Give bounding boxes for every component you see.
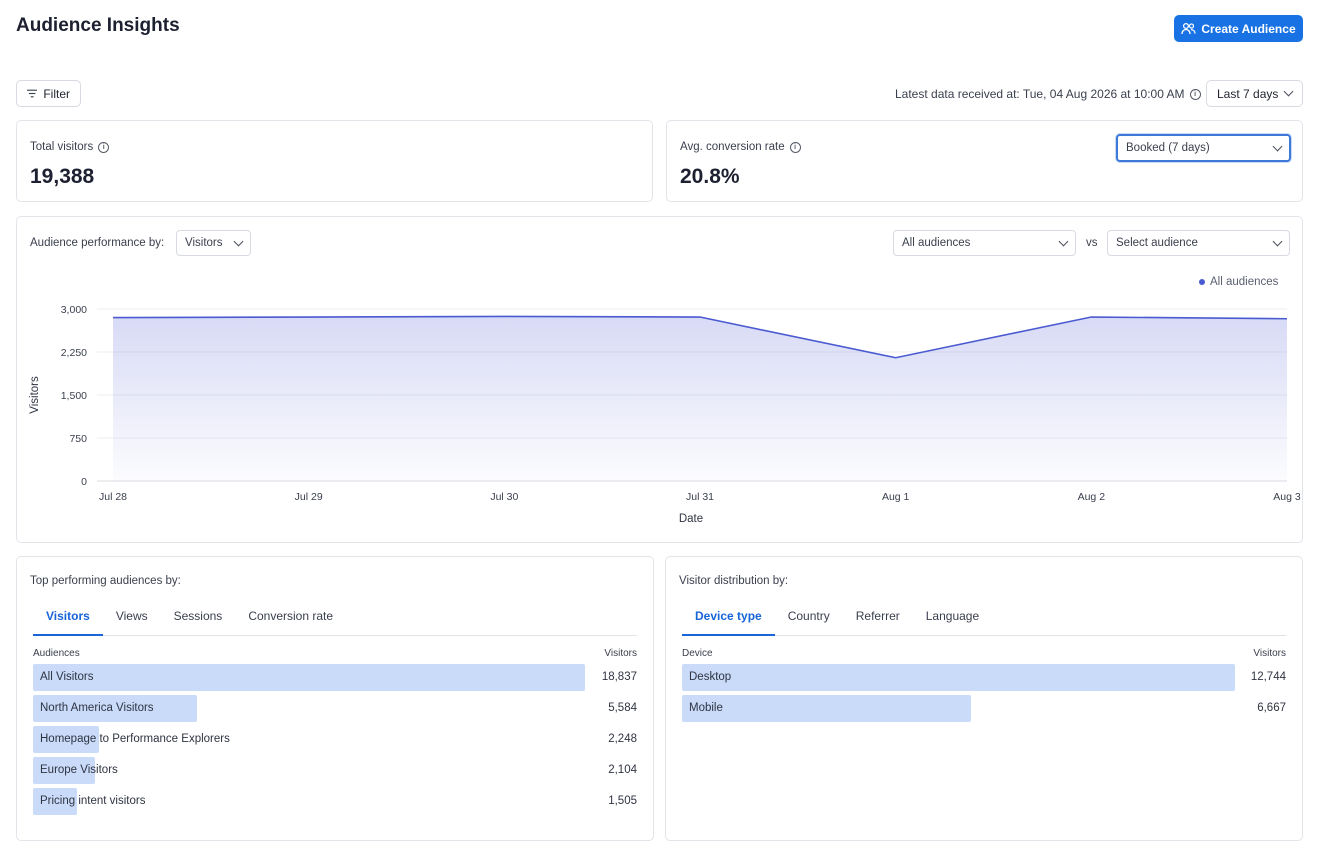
top-audiences-card: Top performing audiences by: Visitors Vi… — [16, 556, 654, 841]
tab-views[interactable]: Views — [103, 603, 161, 635]
y-axis-label: Visitors — [29, 376, 41, 414]
list-item[interactable]: Pricing intent visitors 1,505 — [33, 788, 637, 815]
x-tick-label: Aug 3 — [1273, 491, 1301, 503]
chevron-down-icon — [1283, 86, 1294, 97]
tab-sessions[interactable]: Sessions — [161, 603, 236, 635]
visitors-column-header: Visitors — [604, 648, 637, 659]
total-visitors-label-row: Total visitors i — [30, 141, 110, 153]
x-tick-label: Aug 2 — [1078, 491, 1106, 503]
visitors-column-header: Visitors — [1253, 648, 1286, 659]
x-axis-label: Date — [679, 513, 703, 525]
y-tick-label: 3,000 — [61, 304, 87, 316]
distribution-tabs: Device type Country Referrer Language — [682, 603, 1286, 636]
list-item-value: 18,837 — [601, 671, 637, 683]
conversion-rate-value: 20.8% — [680, 165, 740, 188]
list-item[interactable]: Mobile 6,667 — [682, 695, 1286, 722]
value-bar — [682, 664, 1235, 691]
conversion-goal-select[interactable]: Booked (7 days) — [1116, 134, 1291, 162]
filter-label: Filter — [43, 86, 70, 101]
list-item-label: All Visitors — [40, 671, 94, 683]
info-icon[interactable]: i — [98, 141, 110, 153]
latest-data-text: Latest data received at: Tue, 04 Aug 202… — [895, 87, 1185, 101]
tab-conversion-rate[interactable]: Conversion rate — [235, 603, 346, 635]
date-range-label: Last 7 days — [1217, 86, 1279, 101]
list-item-value: 2,104 — [608, 764, 637, 776]
list-item-label: Desktop — [689, 671, 732, 683]
list-item[interactable]: Homepage to Performance Explorers 2,248 — [33, 726, 637, 753]
total-visitors-label: Total visitors — [30, 141, 94, 153]
top-audiences-tabs: Visitors Views Sessions Conversion rate — [33, 603, 637, 636]
list-item[interactable]: All Visitors 18,837 — [33, 664, 637, 691]
top-audiences-label: Top performing audiences by: — [30, 575, 181, 587]
list-item-label: Europe Visitors — [40, 764, 118, 776]
total-visitors-card: Total visitors i 19,388 — [16, 120, 653, 202]
list-item[interactable]: Desktop 12,744 — [682, 664, 1286, 691]
info-icon[interactable]: i — [789, 141, 801, 153]
y-tick-label: 750 — [69, 433, 87, 445]
date-range-select[interactable]: Last 7 days — [1206, 80, 1303, 107]
value-bar — [682, 695, 971, 722]
x-tick-label: Aug 1 — [882, 491, 910, 503]
visitor-distribution-label: Visitor distribution by: — [679, 575, 789, 587]
x-tick-label: Jul 28 — [99, 491, 127, 503]
visitors-area-chart: 0 750 1,500 2,250 3,000 Jul 28 Jul 29 Jul 30 Jul… — [29, 304, 1301, 525]
y-tick-label: 2,250 — [61, 347, 87, 359]
y-tick-label: 1,500 — [61, 390, 87, 402]
list-item-label: Mobile — [689, 702, 723, 714]
list-item-label: North America Visitors — [40, 702, 154, 714]
latest-data-timestamp: Latest data received at: Tue, 04 Aug 202… — [895, 87, 1201, 101]
conversion-rate-card: Avg. conversion rate i 20.8% Booked (7 d… — [666, 120, 1303, 202]
conversion-rate-label-row: Avg. conversion rate i — [680, 141, 801, 153]
tab-device-type[interactable]: Device type — [682, 603, 775, 636]
list-item-label: Homepage to Performance Explorers — [40, 733, 230, 745]
list-item[interactable]: Europe Visitors 2,104 — [33, 757, 637, 784]
users-icon — [1181, 22, 1196, 35]
list-item[interactable]: North America Visitors 5,584 — [33, 695, 637, 722]
x-tick-label: Jul 29 — [295, 491, 323, 503]
value-bar — [33, 664, 585, 691]
x-tick-label: Jul 30 — [490, 491, 518, 503]
page-title: Audience Insights — [16, 15, 180, 36]
audiences-column-header: Audiences — [33, 648, 80, 659]
filter-button[interactable]: Filter — [16, 80, 81, 107]
info-icon[interactable]: i — [1189, 88, 1201, 100]
series-area — [113, 316, 1287, 481]
device-column-header: Device — [682, 648, 713, 659]
chevron-down-icon — [1272, 141, 1283, 151]
list-item-value: 6,667 — [1257, 702, 1286, 714]
list-item-value: 2,248 — [608, 733, 637, 745]
tab-referrer[interactable]: Referrer — [843, 603, 913, 635]
conversion-goal-value: Booked (7 days) — [1126, 142, 1210, 154]
visitor-distribution-card: Visitor distribution by: Device type Cou… — [665, 556, 1303, 841]
tab-visitors[interactable]: Visitors — [33, 603, 103, 636]
create-audience-label: Create Audience — [1201, 21, 1296, 36]
list-item-value: 1,505 — [608, 795, 637, 807]
conversion-rate-label: Avg. conversion rate — [680, 141, 785, 153]
audience-insights-page: Audience Insights Create Audience Filter… — [0, 0, 1320, 862]
audience-performance-card: Audience performance by: Visitors All au… — [16, 216, 1303, 543]
filter-icon — [27, 89, 38, 98]
total-visitors-value: 19,388 — [30, 165, 95, 188]
create-audience-button[interactable]: Create Audience — [1174, 15, 1303, 42]
tab-language[interactable]: Language — [913, 603, 992, 635]
tab-country[interactable]: Country — [775, 603, 843, 635]
list-item-label: Pricing intent visitors — [40, 795, 146, 807]
x-tick-label: Jul 31 — [686, 491, 714, 503]
list-item-value: 12,744 — [1250, 671, 1286, 683]
y-tick-label: 0 — [81, 476, 87, 488]
list-item-value: 5,584 — [608, 702, 637, 714]
